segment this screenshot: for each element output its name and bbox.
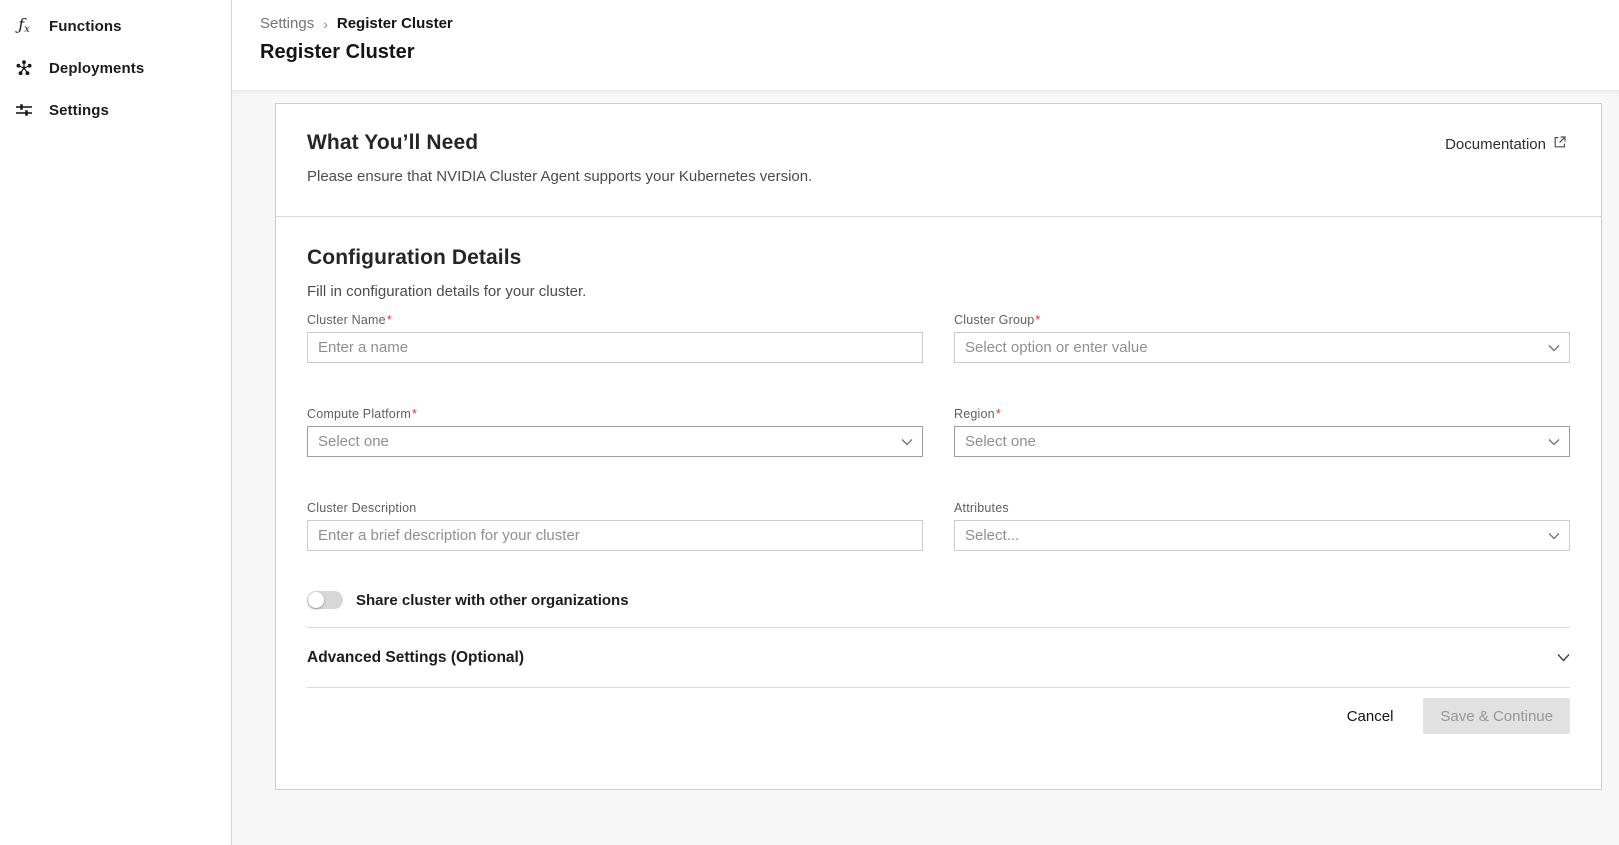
configuration-form: Cluster Name* Cluster Group* xyxy=(307,313,1570,551)
cluster-group-field: Cluster Group* xyxy=(954,313,1570,363)
region-select[interactable] xyxy=(954,426,1570,457)
cluster-group-combobox[interactable] xyxy=(954,332,1570,363)
register-cluster-card: What You’ll Need Please ensure that NVID… xyxy=(275,103,1602,790)
field-label: Attributes xyxy=(954,501,1009,515)
advanced-settings-accordion[interactable]: Advanced Settings (Optional) xyxy=(307,628,1570,688)
attributes-select[interactable] xyxy=(954,520,1570,551)
cluster-nodes-icon xyxy=(14,59,34,77)
sliders-icon xyxy=(14,101,34,119)
chevron-down-icon xyxy=(1557,649,1570,667)
sidebar-item-deployments[interactable]: Deployments xyxy=(0,47,231,89)
sidebar: ƒx Functions Deployments Settings xyxy=(0,0,232,845)
sidebar-item-label: Settings xyxy=(49,101,109,119)
sidebar-item-functions[interactable]: ƒx Functions xyxy=(0,5,231,47)
field-label: Cluster Group* xyxy=(954,313,1041,327)
compute-platform-field: Compute Platform* xyxy=(307,407,923,457)
advanced-settings-label: Advanced Settings (Optional) xyxy=(307,648,525,666)
required-marker: * xyxy=(995,407,1001,421)
required-marker: * xyxy=(386,313,392,327)
page-header: Settings › Register Cluster Register Clu… xyxy=(232,0,1619,90)
external-link-icon xyxy=(1553,135,1567,153)
attributes-field: Attributes xyxy=(954,501,1570,551)
section-title: Configuration Details xyxy=(307,246,522,269)
chevron-down-icon xyxy=(1548,532,1560,540)
chevron-down-icon xyxy=(1548,438,1560,446)
function-fx-icon: ƒx xyxy=(18,15,30,35)
required-marker: * xyxy=(1035,313,1041,327)
save-continue-button[interactable]: Save & Continue xyxy=(1423,698,1570,734)
documentation-link[interactable]: Documentation xyxy=(1445,135,1567,153)
sidebar-item-settings[interactable]: Settings xyxy=(0,89,231,131)
cancel-button[interactable]: Cancel xyxy=(1325,698,1416,734)
breadcrumb-settings-link[interactable]: Settings xyxy=(260,15,314,32)
chevron-down-icon xyxy=(901,438,913,446)
section-description: Please ensure that NVIDIA Cluster Agent … xyxy=(307,168,813,185)
section-subtitle: Fill in configuration details for your c… xyxy=(307,283,587,300)
app-window: ƒx Functions Deployments Settings Settin… xyxy=(0,0,1619,845)
region-field: Region* xyxy=(954,407,1570,457)
breadcrumb-separator-icon: › xyxy=(323,15,328,32)
sidebar-item-label: Deployments xyxy=(49,59,145,77)
page-title: Register Cluster xyxy=(260,41,415,63)
cluster-name-field: Cluster Name* xyxy=(307,313,923,363)
breadcrumb-current: Register Cluster xyxy=(336,15,453,32)
share-cluster-label: Share cluster with other organizations xyxy=(356,591,629,609)
documentation-link-label: Documentation xyxy=(1445,135,1546,153)
configuration-details-section: Configuration Details Fill in configurat… xyxy=(276,217,1601,734)
field-label: Cluster Name* xyxy=(307,313,392,327)
content-area: What You’ll Need Please ensure that NVID… xyxy=(232,90,1619,845)
share-cluster-row: Share cluster with other organizations xyxy=(307,591,1570,609)
share-cluster-toggle[interactable] xyxy=(307,591,343,609)
section-title: What You’ll Need xyxy=(307,131,479,154)
breadcrumb: Settings › Register Cluster xyxy=(260,15,1619,32)
field-label: Compute Platform* xyxy=(307,407,418,421)
toggle-knob xyxy=(308,592,324,608)
compute-platform-select[interactable] xyxy=(307,426,923,457)
main-area: Settings › Register Cluster Register Clu… xyxy=(232,0,1619,845)
sidebar-item-label: Functions xyxy=(49,17,122,35)
chevron-down-icon xyxy=(1548,344,1560,352)
field-label: Region* xyxy=(954,407,1001,421)
cluster-description-input[interactable] xyxy=(307,520,923,551)
form-actions: Cancel Save & Continue xyxy=(307,698,1570,734)
required-marker: * xyxy=(411,407,418,421)
cluster-name-input[interactable] xyxy=(307,332,923,363)
cluster-description-field: Cluster Description xyxy=(307,501,923,551)
what-youll-need-section: What You’ll Need Please ensure that NVID… xyxy=(276,104,1601,217)
field-label: Cluster Description xyxy=(307,501,417,515)
